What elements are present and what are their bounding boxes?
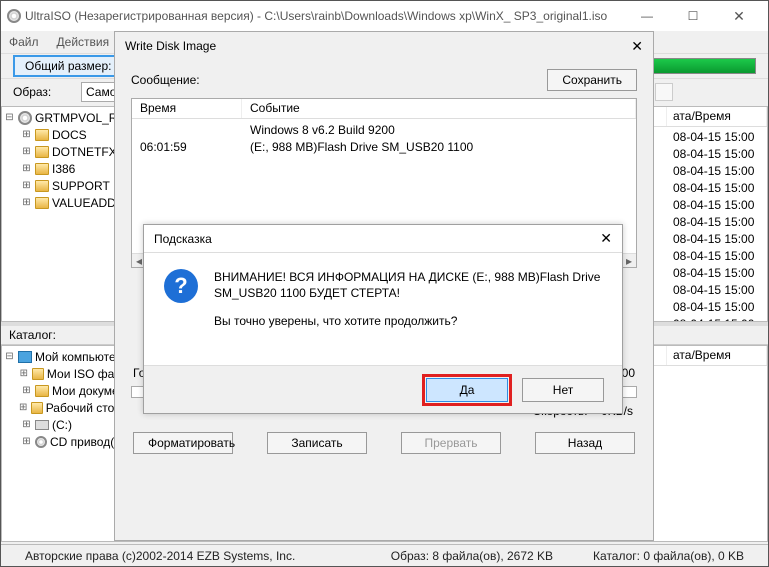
minimize-button[interactable]: — bbox=[624, 2, 670, 30]
col-event[interactable]: Событие bbox=[242, 99, 636, 118]
menu-actions[interactable]: Действия bbox=[57, 35, 110, 49]
drive-icon bbox=[35, 420, 49, 430]
folder-icon bbox=[35, 163, 49, 175]
folder-icon bbox=[31, 402, 43, 414]
confirm-text: ВНИМАНИЕ! ВСЯ ИНФОРМАЦИЯ НА ДИСКЕ (E:, 9… bbox=[214, 269, 602, 355]
log-row: Windows 8 v6.2 Build 9200 bbox=[132, 123, 636, 140]
dialog-title: Write Disk Image bbox=[125, 39, 216, 53]
folder-icon bbox=[35, 129, 49, 141]
write-button[interactable]: Записать bbox=[267, 432, 367, 454]
titlebar: UltraISO (Незарегистрированная версия) -… bbox=[1, 1, 768, 31]
status-catalog: Каталог: 0 файла(ов), 0 KB bbox=[593, 549, 744, 563]
pc-icon bbox=[18, 351, 32, 363]
window-title: UltraISO (Незарегистрированная версия) -… bbox=[25, 9, 607, 23]
menu-file[interactable]: Файл bbox=[9, 35, 39, 49]
yes-button[interactable]: Да bbox=[426, 378, 508, 402]
write-disk-dialog: Write Disk Image ✕ Сообщение: Сохранить … bbox=[114, 31, 654, 541]
folder-icon bbox=[35, 197, 49, 209]
image-label: Образ: bbox=[13, 85, 73, 99]
app-icon bbox=[7, 9, 21, 23]
col-time[interactable]: Время bbox=[132, 99, 242, 118]
folder-icon bbox=[32, 368, 44, 380]
col-date[interactable]: ата/Время bbox=[667, 107, 767, 126]
folder-icon bbox=[35, 146, 49, 158]
save-button[interactable]: Сохранить bbox=[547, 69, 637, 91]
folder-icon bbox=[35, 385, 49, 397]
status-copyright: Авторские права (c)2002-2014 EZB Systems… bbox=[25, 549, 295, 563]
col-date[interactable]: ата/Время bbox=[667, 346, 767, 365]
confirm-line1: ВНИМАНИЕ! ВСЯ ИНФОРМАЦИЯ НА ДИСКЕ (E:, 9… bbox=[214, 269, 602, 301]
folder-icon bbox=[35, 180, 49, 192]
back-button[interactable]: Назад bbox=[535, 432, 635, 454]
no-button[interactable]: Нет bbox=[522, 378, 604, 402]
question-icon: ? bbox=[164, 269, 198, 303]
abort-button: Прервать bbox=[401, 432, 501, 454]
toolbar-icon-2[interactable] bbox=[655, 83, 673, 101]
confirm-close-button[interactable]: ✕ bbox=[600, 230, 612, 247]
main-window: UltraISO (Незарегистрированная версия) -… bbox=[0, 0, 769, 567]
close-button[interactable]: ✕ bbox=[716, 2, 762, 30]
cd-icon bbox=[18, 111, 32, 125]
dialog-close-button[interactable]: ✕ bbox=[631, 38, 643, 55]
log-row: 06:01:59(E:, 988 MB)Flash Drive SM_USB20… bbox=[132, 140, 636, 157]
confirm-line2: Вы точно уверены, что хотите продолжить? bbox=[214, 313, 602, 329]
total-size-label: Общий размер: bbox=[13, 55, 123, 77]
message-label: Сообщение: bbox=[131, 73, 547, 87]
confirm-titlebar: Подсказка ✕ bbox=[144, 225, 622, 253]
confirm-dialog: Подсказка ✕ ? ВНИМАНИЕ! ВСЯ ИНФОРМАЦИЯ Н… bbox=[143, 224, 623, 414]
confirm-title: Подсказка bbox=[154, 232, 212, 246]
status-image: Образ: 8 файла(ов), 2672 KB bbox=[391, 549, 553, 563]
dialog-titlebar: Write Disk Image ✕ bbox=[115, 32, 653, 60]
format-button[interactable]: Форматировать bbox=[133, 432, 233, 454]
statusbar: Авторские права (c)2002-2014 EZB Systems… bbox=[1, 544, 768, 566]
maximize-button[interactable]: ☐ bbox=[670, 2, 716, 30]
cd-drive-icon bbox=[35, 436, 47, 448]
